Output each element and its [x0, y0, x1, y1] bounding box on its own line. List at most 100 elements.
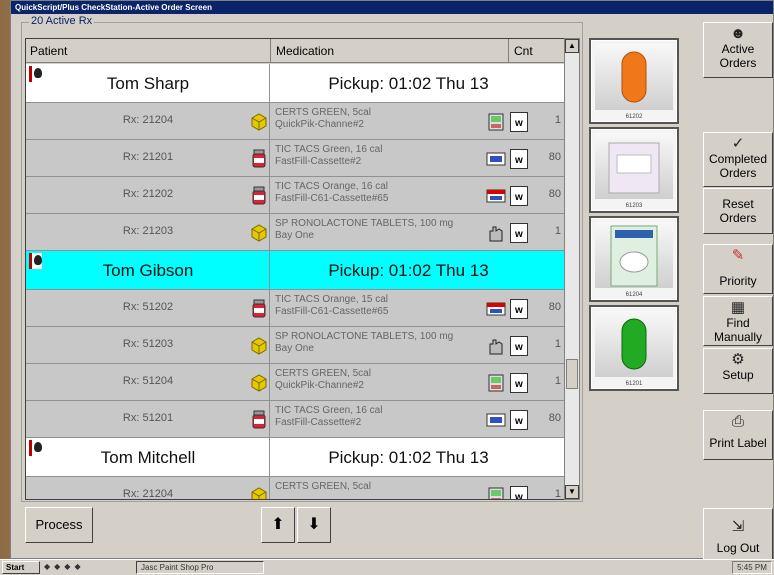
active-orders-button[interactable]: ☻ Active Orders [703, 22, 773, 78]
print-label-label: Print Label [709, 436, 767, 450]
rx-row[interactable]: Rx: 51204 CERTS GREEN, 5cal QuickPik-Chann… [26, 364, 564, 401]
medication-name: TIC TACS Orange, 15 cal [275, 294, 389, 305]
find-manually-button[interactable]: ▦ Find Manually [703, 296, 773, 346]
fill-location: FastFill-Cassette#2 [275, 417, 362, 428]
rx-number: Rx: 51201 [122, 412, 174, 424]
rx-number: Rx: 21202 [122, 188, 174, 200]
rx-row[interactable]: Rx: 51201 TIC TACS Green, 16 cal FastFill-… [26, 401, 564, 438]
orange-capsule-image [595, 44, 673, 110]
rx-row[interactable]: Rx: 21204 CERTS GREEN, 5cal 1 [26, 477, 564, 500]
white-bottle-image [595, 133, 673, 199]
cassette-red-icon [486, 186, 506, 206]
rx-row[interactable]: Rx: 51202 TIC TACS Orange, 15 cal FastFill… [26, 290, 564, 327]
rx-number: Rx: 51202 [122, 301, 174, 313]
quantity-count: 1 [554, 375, 561, 387]
medication-name: SP RONOLACTONE TABLETS, 100 mg [275, 218, 454, 229]
rx-row[interactable]: Rx: 21202 TIC TACS Orange, 16 cal FastFill… [26, 177, 564, 214]
rx-number: Rx: 21204 [122, 114, 174, 126]
document-icon [510, 112, 528, 132]
scale-icon [486, 112, 506, 132]
medication-name: SP RONOLACTONE TABLETS, 100 mg [275, 331, 454, 342]
product-thumbnail[interactable]: 61202 [589, 38, 679, 124]
scale-icon [486, 373, 506, 393]
column-header-patient[interactable]: Patient [30, 39, 67, 63]
hand-icon [486, 336, 506, 356]
scrollbar-thumb[interactable] [566, 359, 578, 389]
quick-launch-icons[interactable]: ◆◆◆◆ [44, 562, 124, 574]
action-sidebar: ☻ Active Orders ✓ Completed Orders Reset… [701, 22, 774, 560]
product-thumbnail[interactable]: 61201 [589, 305, 679, 391]
fill-location: Bay One [275, 230, 314, 241]
quantity-count: 80 [548, 412, 561, 424]
hand-icon [486, 223, 506, 243]
priority-icon: ✎ [731, 247, 745, 264]
column-header-count[interactable]: Cnt [514, 39, 533, 63]
move-up-arrow-icon[interactable]: ⬆ [261, 507, 295, 543]
rx-row[interactable]: Rx: 51203 SP RONOLACTONE TABLETS, 100 mg B… [26, 327, 564, 364]
green-capsule-image [595, 311, 673, 377]
medication-name: CERTS GREEN, 5cal [275, 107, 371, 118]
exit-icon: ⇲ [731, 518, 745, 535]
reset-orders-label: Reset Orders [719, 197, 757, 225]
completed-orders-button[interactable]: ✓ Completed Orders [703, 132, 773, 187]
move-down-arrow-icon[interactable]: ⬇ [297, 507, 331, 543]
column-header-medication[interactable]: Medication [276, 39, 334, 63]
package-box-icon [250, 484, 268, 499]
print-label-button[interactable]: ⎙ Print Label [703, 410, 773, 460]
rx-row[interactable]: Rx: 21204 CERTS GREEN, 5cal QuickPik-Chann… [26, 103, 564, 140]
medication-name: TIC TACS Green, 16 cal [275, 144, 383, 155]
scroll-up-arrow-icon[interactable]: ▲ [565, 39, 579, 53]
quantity-count: 1 [554, 488, 561, 500]
scroll-down-arrow-icon[interactable]: ▼ [565, 485, 579, 499]
log-out-button[interactable]: ⇲ Log Out [703, 508, 773, 560]
medication-description: CERTS GREEN, 5cal QuickPik-Channe#2 [275, 107, 490, 131]
patient-row-selected[interactable]: Tom Gibson Pickup: 01:02 Thu 13 [26, 251, 564, 290]
product-thumbnail-panel: 61202 61203 61204 61201 [589, 38, 689, 458]
rx-row[interactable]: Rx: 21201 TIC TACS Green, 16 cal FastFill-… [26, 140, 564, 177]
pill-bottle-icon [250, 147, 268, 169]
medication-description: TIC TACS Orange, 16 cal FastFill-C61-Cass… [275, 181, 490, 205]
setup-button[interactable]: ⚙ Setup [703, 348, 773, 394]
patient-name: Tom Sharp [106, 74, 190, 93]
product-thumbnail[interactable]: 61204 [589, 216, 679, 302]
medication-description: TIC TACS Green, 16 cal FastFill-Cassette#… [275, 405, 490, 429]
quantity-count: 80 [548, 151, 561, 163]
taskbar-app-button[interactable]: Jasc Paint Shop Pro [136, 561, 264, 574]
pickup-time: Pickup: 01:02 Thu 13 [328, 261, 489, 280]
thumbnail-caption: 61201 [625, 381, 643, 387]
quantity-count: 80 [548, 188, 561, 200]
windows-taskbar: Start ◆◆◆◆ Jasc Paint Shop Pro 5:45 PM [0, 559, 774, 575]
fill-location: QuickPik-Channe#2 [275, 119, 364, 130]
bottom-toolbar: Process ⬆ ⬇ [25, 507, 685, 543]
scale-icon [486, 486, 506, 499]
product-thumbnail[interactable]: 61203 [589, 127, 679, 213]
medication-name: CERTS GREEN, 5cal [275, 368, 371, 379]
start-button[interactable]: Start [2, 561, 40, 574]
rx-row[interactable]: Rx: 21203 SP RONOLACTONE TABLETS, 100 mg B… [26, 214, 564, 251]
process-button[interactable]: Process [25, 507, 93, 543]
thumbnail-caption: 61204 [625, 292, 643, 298]
column-separator [508, 39, 509, 63]
medication-description: TIC TACS Green, 16 cal FastFill-Cassette#… [275, 144, 490, 168]
pattern-search-icon: ▦ [730, 299, 746, 316]
active-orders-list: Patient Medication Cnt Tom Sharp Pickup: … [25, 38, 565, 500]
package-box-icon [250, 221, 268, 243]
patient-row[interactable]: Tom Sharp Pickup: 01:02 Thu 13 [26, 64, 564, 103]
cassette-icon [486, 410, 506, 430]
thumbnail-caption: 61202 [625, 114, 643, 120]
fill-location: FastFill-C61-Cassette#65 [275, 193, 389, 204]
priority-button[interactable]: ✎ Priority [703, 244, 773, 294]
fill-location: FastFill-Cassette#2 [275, 156, 362, 167]
list-scrollbar[interactable]: ▲ ▼ [564, 38, 580, 500]
fill-location: QuickPik-Channe#2 [275, 380, 364, 391]
reset-orders-button[interactable]: Reset Orders [703, 188, 773, 234]
patient-row[interactable]: Tom Mitchell Pickup: 01:02 Thu 13 [26, 438, 564, 477]
quantity-count: 80 [548, 301, 561, 313]
package-box-icon [250, 371, 268, 393]
desktop-background: QuickScript/Plus CheckStation-Active Ord… [0, 0, 774, 575]
quantity-count: 1 [554, 114, 561, 126]
checkmark-icon: ✓ [731, 135, 745, 152]
pickup-time: Pickup: 01:02 Thu 13 [328, 448, 489, 467]
printer-icon: ⎙ [731, 413, 744, 430]
patient-name: Tom Mitchell [100, 448, 196, 467]
